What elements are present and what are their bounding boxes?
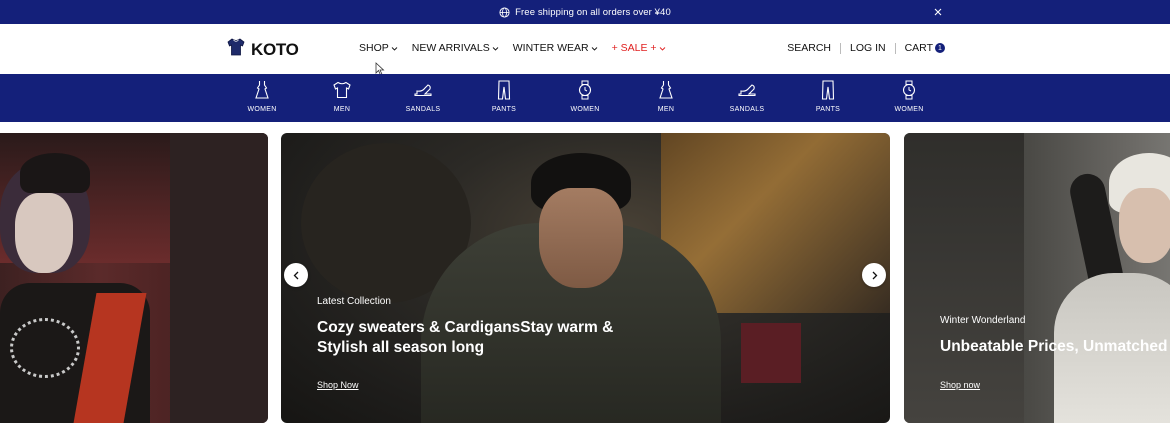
category-women-watches[interactable]: WOMEN <box>555 80 615 113</box>
category-label: SANDALS <box>405 106 441 113</box>
slide-subtitle: Winter Wonderland <box>940 315 1026 326</box>
chevron-right-icon <box>872 271 877 279</box>
category-women-watches-2[interactable]: WOMEN <box>879 80 939 113</box>
cart-link[interactable]: CART 1 <box>905 42 945 54</box>
category-strip: WOMEN MEN SANDALS PANTS WOMEN MEN SANDAL… <box>0 74 1170 122</box>
carousel-prev-button[interactable] <box>284 263 308 287</box>
face-shape <box>15 193 73 273</box>
category-sandals[interactable]: SANDALS <box>393 80 453 113</box>
red-fabric-shape <box>741 323 801 383</box>
face-shape <box>1119 188 1170 263</box>
cart-count-badge: 1 <box>935 43 945 53</box>
tshirt-icon <box>332 80 352 100</box>
category-label: MEN <box>333 106 351 113</box>
dress-icon <box>252 80 272 100</box>
category-label: MEN <box>657 106 675 113</box>
chevron-down-icon <box>492 45 499 52</box>
heel-icon <box>737 80 757 100</box>
category-label: WOMEN <box>894 106 924 113</box>
watch-icon <box>575 80 595 100</box>
background-shape <box>170 133 268 423</box>
nav-label: NEW ARRIVALS <box>411 42 490 54</box>
category-women[interactable]: WOMEN <box>232 80 292 113</box>
search-link[interactable]: SEARCH <box>787 42 831 54</box>
nav-new-arrivals[interactable]: NEW ARRIVALS <box>412 42 499 54</box>
chevron-down-icon <box>659 45 666 52</box>
chevron-down-icon <box>391 45 398 52</box>
nav-label: WINTER WEAR <box>512 42 589 54</box>
tshirt-icon <box>226 38 246 61</box>
announcement-text: Free shipping on all orders over ¥40 <box>515 6 671 18</box>
heel-icon <box>413 80 433 100</box>
announcement-bar: Free shipping on all orders over ¥40 <box>0 0 1170 24</box>
site-header: KOTO SHOP NEW ARRIVALS WINTER WEAR + SAL… <box>0 24 1170 74</box>
category-men[interactable]: MEN <box>312 80 372 113</box>
divider <box>894 42 896 54</box>
slide-headline: Unbeatable Prices, Unmatched Quality <box>940 338 1170 355</box>
slide-headline-line1: Cozy sweaters & CardigansStay warm & <box>317 319 614 336</box>
category-pants-2[interactable]: PANTS <box>798 80 858 113</box>
chevron-down-icon <box>591 45 598 52</box>
slide-previous[interactable] <box>0 133 268 423</box>
logo[interactable]: KOTO <box>226 38 299 61</box>
pants-icon <box>494 80 514 100</box>
slide-active[interactable]: Latest Collection Cozy sweaters & Cardig… <box>281 133 890 423</box>
chevron-left-icon <box>293 271 298 279</box>
nav-winter-wear[interactable]: WINTER WEAR <box>513 42 598 54</box>
utility-nav: SEARCH LOG IN CART 1 <box>787 42 945 54</box>
dress-icon <box>656 80 676 100</box>
category-pants[interactable]: PANTS <box>474 80 534 113</box>
nav-sale[interactable]: + SALE + <box>612 42 666 54</box>
watch-icon <box>899 80 919 100</box>
hero-carousel: Latest Collection Cozy sweaters & Cardig… <box>0 133 1170 423</box>
category-men-dresses[interactable]: MEN <box>636 80 696 113</box>
divider <box>840 42 841 54</box>
nav-label: SHOP <box>359 42 389 54</box>
carousel-next-button[interactable] <box>862 263 886 287</box>
slide-subtitle: Latest Collection <box>317 296 391 307</box>
nav-shop[interactable]: SHOP <box>359 42 398 54</box>
cart-label: CART <box>904 42 933 54</box>
shop-now-link[interactable]: Shop now <box>940 380 980 390</box>
logo-text: KOTO <box>251 39 299 59</box>
hat-shape <box>20 153 90 193</box>
slide-next[interactable]: Winter Wonderland Unbeatable Prices, Unm… <box>904 133 1170 423</box>
slide-headline-line2: Stylish all season long <box>317 339 485 356</box>
close-icon[interactable] <box>932 6 944 18</box>
nav-label: + SALE + <box>611 42 657 54</box>
chain-shape <box>10 318 80 378</box>
category-label: WOMEN <box>247 106 277 113</box>
category-label: SANDALS <box>729 106 765 113</box>
category-label: WOMEN <box>570 106 600 113</box>
main-nav: SHOP NEW ARRIVALS WINTER WEAR + SALE + <box>359 42 666 54</box>
pants-icon <box>818 80 838 100</box>
category-sandals-2[interactable]: SANDALS <box>717 80 777 113</box>
category-label: PANTS <box>491 106 517 113</box>
login-link[interactable]: LOG IN <box>850 42 886 54</box>
face-shape <box>539 188 623 288</box>
globe-icon <box>499 6 510 18</box>
category-label: PANTS <box>815 106 841 113</box>
shop-now-link[interactable]: Shop Now <box>317 380 359 390</box>
